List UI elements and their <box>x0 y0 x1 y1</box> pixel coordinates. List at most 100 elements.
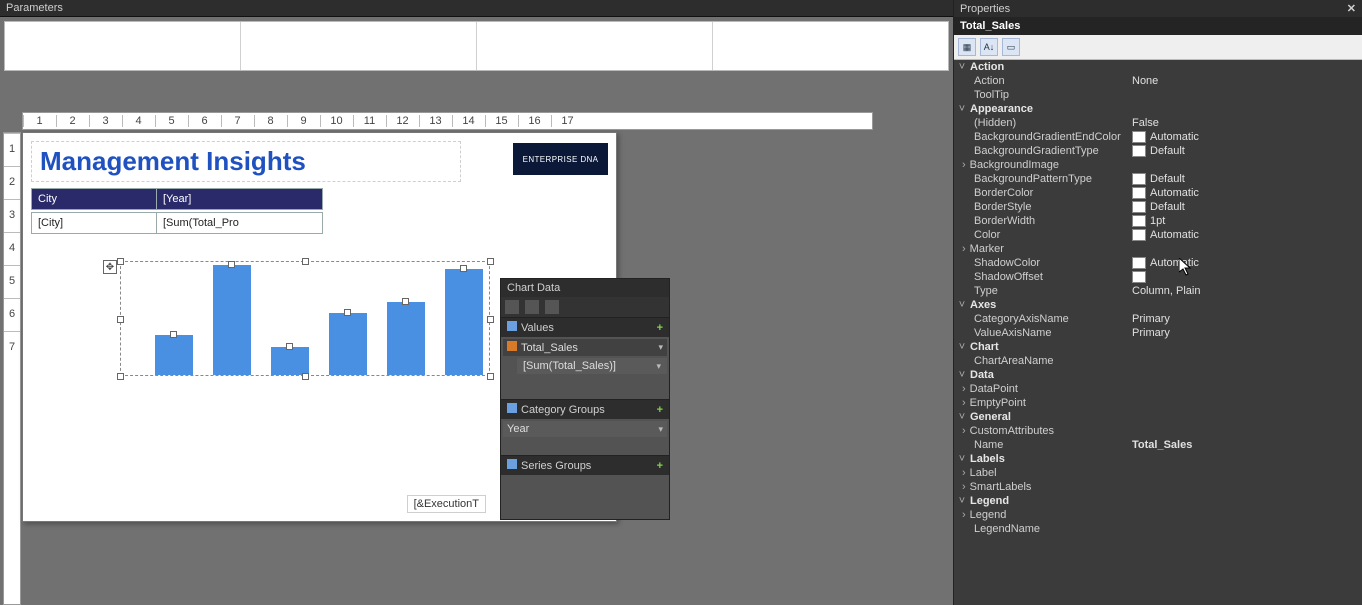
property-value[interactable]: Automatic <box>1128 187 1362 199</box>
property-row[interactable]: ›CustomAttributes <box>954 424 1362 438</box>
property-row[interactable]: ToolTip <box>954 88 1362 102</box>
selection-handle[interactable] <box>487 316 494 323</box>
chart-data-panel[interactable]: Chart Data Values + Total_Sales ▾ [Sum(T… <box>500 278 670 520</box>
property-row[interactable]: BorderStyleDefault <box>954 200 1362 214</box>
parameters-grid[interactable] <box>4 21 949 71</box>
table-header-year[interactable]: [Year] <box>157 189 322 209</box>
property-pages-button[interactable]: ▭ <box>1002 38 1020 56</box>
property-row[interactable]: NameTotal_Sales <box>954 438 1362 452</box>
property-value[interactable]: None <box>1128 75 1362 87</box>
expand-icon[interactable]: ˅ <box>954 341 970 353</box>
property-value[interactable]: False <box>1128 117 1362 129</box>
category-item-year[interactable]: Year ▾ <box>503 421 667 437</box>
selection-handle[interactable] <box>117 316 124 323</box>
move-handle-icon[interactable]: ✥ <box>103 260 117 274</box>
property-row[interactable]: ValueAxisNamePrimary <box>954 326 1362 340</box>
dropdown-caret-icon[interactable]: ▾ <box>658 424 663 435</box>
table-header-city[interactable]: City <box>32 189 157 209</box>
property-row[interactable]: LegendName <box>954 522 1362 536</box>
expand-icon[interactable]: ˅ <box>954 103 970 115</box>
property-value[interactable]: Default <box>1128 145 1362 157</box>
property-value[interactable]: Column, Plain <box>1128 285 1362 297</box>
properties-object-name[interactable]: Total_Sales <box>954 17 1362 35</box>
expand-icon[interactable]: ˅ <box>954 369 970 381</box>
categorized-view-button[interactable]: ▦ <box>958 38 976 56</box>
properties-grid[interactable]: ˅ActionActionNoneToolTip˅Appearance(Hidd… <box>954 60 1362 605</box>
property-group-label[interactable]: General <box>970 411 1011 423</box>
property-group-label[interactable]: Legend <box>970 495 1009 507</box>
toolbar-icon[interactable] <box>545 300 559 314</box>
property-row[interactable]: ›Marker <box>954 242 1362 256</box>
property-group-label[interactable]: Chart <box>970 341 999 353</box>
close-icon[interactable]: ✕ <box>1347 2 1356 15</box>
property-row[interactable]: ColorAutomatic <box>954 228 1362 242</box>
values-well[interactable]: Total_Sales ▾ [Sum(Total_Sales)] ▾ <box>501 337 669 399</box>
values-item-aggregate[interactable]: [Sum(Total_Sales)] ▾ <box>517 358 667 374</box>
expand-icon[interactable]: ˅ <box>954 61 970 73</box>
property-row[interactable]: BorderWidth1pt <box>954 214 1362 228</box>
bar-node-handle[interactable] <box>170 331 177 338</box>
property-row[interactable]: ›BackgroundImage <box>954 158 1362 172</box>
selection-handle[interactable] <box>117 373 124 380</box>
property-group-label[interactable]: Labels <box>970 453 1005 465</box>
property-value[interactable]: Primary <box>1128 313 1362 325</box>
property-value[interactable]: Default <box>1128 173 1362 185</box>
selection-handle[interactable] <box>487 373 494 380</box>
expand-icon[interactable]: ˅ <box>954 495 970 507</box>
bar-node-handle[interactable] <box>402 298 409 305</box>
logo-image[interactable]: ENTERPRISE DNA <box>513 143 608 175</box>
selection-handle[interactable] <box>487 258 494 265</box>
property-value[interactable] <box>1128 271 1362 283</box>
property-group-label[interactable]: Appearance <box>970 103 1033 115</box>
selection-handle[interactable] <box>117 258 124 265</box>
series-groups-header[interactable]: Series Groups + <box>501 455 669 475</box>
table-cell-total[interactable]: [Sum(Total_Pro <box>157 213 322 233</box>
add-series-icon[interactable]: + <box>657 460 663 472</box>
expand-icon[interactable]: ˅ <box>954 453 970 465</box>
chart-bar[interactable] <box>445 269 483 375</box>
chart-placeholder[interactable]: ✥ <box>120 261 490 376</box>
property-group-label[interactable]: Axes <box>970 299 996 311</box>
param-cell[interactable] <box>241 22 477 70</box>
expand-icon[interactable]: ˅ <box>954 411 970 423</box>
property-row[interactable]: ›DataPoint <box>954 382 1362 396</box>
dropdown-caret-icon[interactable]: ▾ <box>656 361 661 372</box>
toolbar-icon[interactable] <box>525 300 539 314</box>
param-cell[interactable] <box>713 22 948 70</box>
alphabetical-view-button[interactable]: A↓ <box>980 38 998 56</box>
property-row[interactable]: BackgroundGradientTypeDefault <box>954 144 1362 158</box>
chart-bar[interactable] <box>329 313 367 375</box>
property-row[interactable]: (Hidden)False <box>954 116 1362 130</box>
bar-node-handle[interactable] <box>286 343 293 350</box>
add-value-icon[interactable]: + <box>657 322 663 334</box>
property-value[interactable]: Default <box>1128 201 1362 213</box>
design-surface[interactable]: 1234567891011121314151617 1234567 Manage… <box>0 74 953 605</box>
property-row[interactable]: ›SmartLabels <box>954 480 1362 494</box>
table-cell-city[interactable]: [City] <box>32 213 157 233</box>
property-row[interactable]: BorderColorAutomatic <box>954 186 1362 200</box>
chart-bar[interactable] <box>271 347 309 375</box>
property-value[interactable]: Total_Sales <box>1128 439 1362 451</box>
category-well[interactable]: Year ▾ <box>501 419 669 455</box>
toolbar-icon[interactable] <box>505 300 519 314</box>
chart-bar[interactable] <box>213 265 251 375</box>
property-row[interactable]: ›Label <box>954 466 1362 480</box>
property-row[interactable]: ›EmptyPoint <box>954 396 1362 410</box>
report-title[interactable]: Management Insights <box>31 141 461 182</box>
property-row[interactable]: ShadowColorAutomatic <box>954 256 1362 270</box>
chart-bar[interactable] <box>155 335 193 375</box>
table-row[interactable]: [City] [Sum(Total_Pro <box>31 212 323 234</box>
property-row[interactable]: TypeColumn, Plain <box>954 284 1362 298</box>
property-row[interactable]: ShadowOffset <box>954 270 1362 284</box>
property-value[interactable]: Primary <box>1128 327 1362 339</box>
series-well[interactable] <box>501 475 669 519</box>
expand-icon[interactable]: ˅ <box>954 299 970 311</box>
property-value[interactable]: Automatic <box>1128 229 1362 241</box>
values-section-header[interactable]: Values + <box>501 317 669 337</box>
property-group-label[interactable]: Action <box>970 61 1004 73</box>
chart-bar[interactable] <box>387 302 425 375</box>
dropdown-caret-icon[interactable]: ▾ <box>658 342 663 353</box>
add-category-icon[interactable]: + <box>657 404 663 416</box>
property-row[interactable]: ›Legend <box>954 508 1362 522</box>
property-row[interactable]: ActionNone <box>954 74 1362 88</box>
